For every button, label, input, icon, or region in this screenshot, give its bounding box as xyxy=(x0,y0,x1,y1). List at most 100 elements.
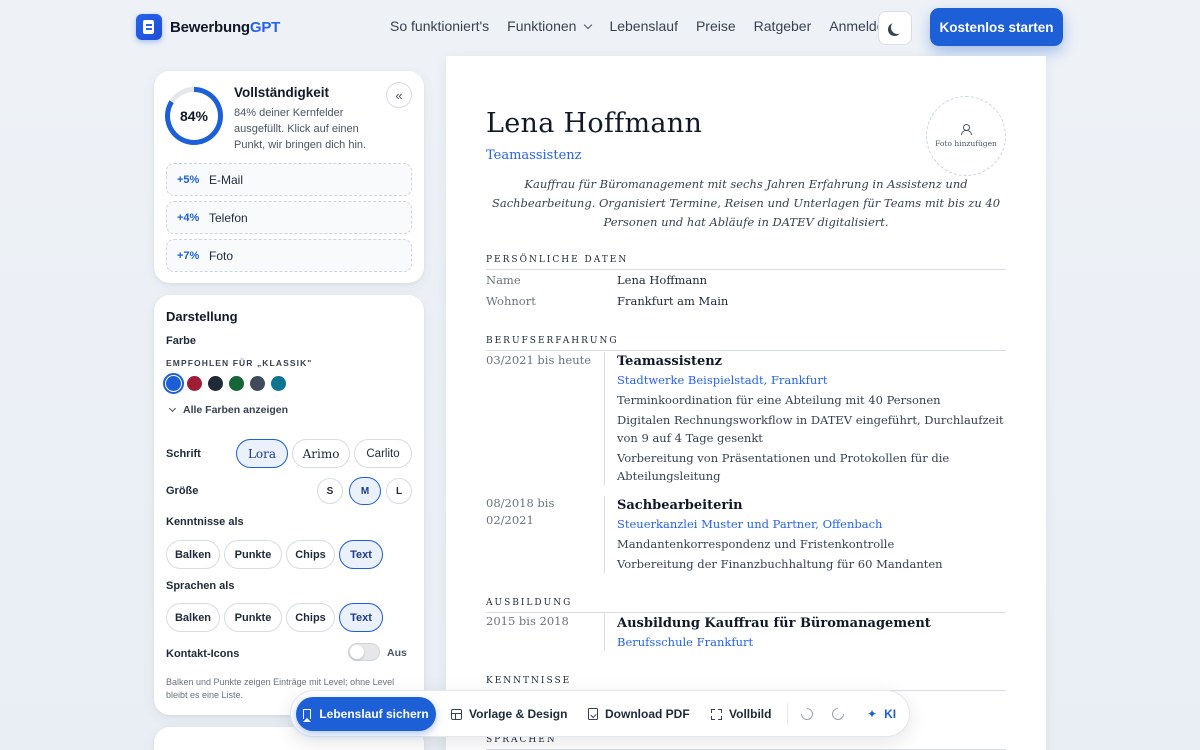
logo-icon xyxy=(136,14,162,40)
skills-option-text[interactable]: Text xyxy=(339,540,383,569)
font-option-carlito[interactable]: Carlito xyxy=(354,439,412,468)
personal-value[interactable]: Frankfurt am Main xyxy=(617,294,728,308)
personal-value[interactable]: Lena Hoffmann xyxy=(617,273,707,287)
logo[interactable]: BewerbungGPT xyxy=(136,14,280,40)
section-experience-heading: BERUFSERFAHRUNG xyxy=(486,336,1006,351)
education-org: Berufsschule Frankfurt xyxy=(617,635,754,649)
color-swatch-slate[interactable] xyxy=(250,376,265,391)
size-label: Größe xyxy=(166,485,199,497)
experience-bullet: Vorbereitung von Präsentationen und Prot… xyxy=(617,451,950,483)
suggestion-photo[interactable]: +7% Foto xyxy=(166,239,412,272)
fullscreen-icon xyxy=(711,708,722,720)
save-resume-button[interactable]: Lebenslauf sichern xyxy=(296,697,436,731)
section-personal-heading: PERSÖNLICHE DATEN xyxy=(486,255,1006,270)
skills-option-bars[interactable]: Balken xyxy=(166,540,220,569)
resume-role[interactable]: Teamassistenz xyxy=(486,148,582,163)
color-swatch-green[interactable] xyxy=(229,376,244,391)
experience-bullet: Digitalen Rechnungsworkflow in DATEV ein… xyxy=(617,413,1004,445)
collapse-sidebar-button[interactable]: « xyxy=(386,82,412,108)
experience-entry[interactable]: Teamassistenz Stadtwerke Beispielstadt, … xyxy=(604,352,1004,485)
fullscreen-button[interactable]: Vollbild xyxy=(711,704,771,724)
languages-option-text[interactable]: Text xyxy=(339,603,383,632)
suggestion-email[interactable]: +5% E-Mail xyxy=(166,163,412,196)
suggestion-percent: +4% xyxy=(177,211,200,224)
experience-org: Steuerkanzlei Muster und Partner, Offenb… xyxy=(617,517,883,531)
languages-option-bars[interactable]: Balken xyxy=(166,603,220,632)
suggestion-percent: +7% xyxy=(177,249,200,262)
color-swatch-dark[interactable] xyxy=(208,376,223,391)
experience-title: Sachbearbeiterin xyxy=(617,498,743,513)
completeness-title: Vollständigkeit xyxy=(234,85,330,100)
top-navigation: BewerbungGPT So funktioniert's Funktione… xyxy=(0,0,1200,55)
color-swatch-blue[interactable] xyxy=(163,373,184,394)
nav-pricing[interactable]: Preise xyxy=(696,18,736,34)
experience-date-to: 02/2021 xyxy=(486,513,534,527)
start-free-button[interactable]: Kostenlos starten xyxy=(930,8,1063,46)
sparkle-icon: ✦ xyxy=(867,707,878,721)
download-pdf-label: Download PDF xyxy=(605,707,690,721)
moon-icon xyxy=(891,21,904,34)
personal-key: Name xyxy=(486,273,521,287)
suggestion-label: Telefon xyxy=(209,210,248,225)
size-option-l[interactable]: L xyxy=(386,478,412,504)
experience-entry[interactable]: Sachbearbeiterin Steuerkanzlei Muster un… xyxy=(604,496,1004,573)
layout-icon xyxy=(451,708,462,720)
completeness-description: 84% deiner Kernfelder ausgefüllt. Klick … xyxy=(234,107,367,151)
show-all-colors-button[interactable]: Alle Farben anzeigen xyxy=(168,404,288,416)
experience-title: Teamassistenz xyxy=(617,354,723,369)
download-file-icon xyxy=(588,708,598,720)
font-option-arimo[interactable]: Arimo xyxy=(292,439,350,468)
resume-name[interactable]: Lena Hoffmann xyxy=(486,108,702,139)
display-settings-card: Darstellung Farbe EMPFOHLEN FÜR „KLASSIK… xyxy=(154,295,424,715)
suggestion-label: Foto xyxy=(209,248,234,263)
personal-key: Wohnort xyxy=(486,294,536,308)
ai-button[interactable]: ✦ KI xyxy=(867,704,896,724)
skills-option-chips[interactable]: Chips xyxy=(286,540,335,569)
completeness-percent: 84% xyxy=(179,108,209,124)
download-pdf-button[interactable]: Download PDF xyxy=(588,704,690,724)
experience-date-from: 08/2018 bis xyxy=(486,496,555,510)
experience-bullet: Mandantenkorrespondenz und Fristenkontro… xyxy=(617,537,895,551)
font-option-lora[interactable]: Lora xyxy=(236,439,288,468)
size-option-s[interactable]: S xyxy=(317,478,343,504)
languages-option-chips[interactable]: Chips xyxy=(286,603,335,632)
toolbar-divider xyxy=(787,703,788,725)
nav-guide[interactable]: Ratgeber xyxy=(754,18,812,34)
section-education-heading: AUSBILDUNG xyxy=(486,598,1006,613)
skills-label: Kenntnisse als xyxy=(166,516,244,528)
experience-date: 03/2021 bis heute xyxy=(486,353,592,367)
theme-toggle-button[interactable] xyxy=(878,11,912,45)
nav-resume[interactable]: Lebenslauf xyxy=(609,18,678,34)
nav-features[interactable]: Funktionen xyxy=(507,18,593,34)
main-menu: So funktioniert's Funktionen Lebenslauf … xyxy=(390,18,892,34)
template-design-label: Vorlage & Design xyxy=(469,707,568,721)
completeness-card: 84% Vollständigkeit 84% deiner Kernfelde… xyxy=(154,71,424,283)
add-photo-button[interactable]: Foto hinzufügen xyxy=(926,96,1006,176)
color-label: Farbe xyxy=(166,335,196,347)
experience-bullet: Terminkoordination für eine Abteilung mi… xyxy=(617,393,941,407)
skills-option-dots[interactable]: Punkte xyxy=(224,540,282,569)
suggestion-phone[interactable]: +4% Telefon xyxy=(166,201,412,234)
nav-features-label: Funktionen xyxy=(507,18,577,34)
person-icon xyxy=(961,124,972,135)
size-option-m[interactable]: M xyxy=(349,477,381,505)
contact-icons-state: Aus xyxy=(387,647,407,659)
education-date: 2015 bis 2018 xyxy=(486,614,569,628)
contact-icons-toggle[interactable] xyxy=(348,643,380,661)
languages-option-dots[interactable]: Punkte xyxy=(224,603,282,632)
ai-label: KI xyxy=(884,707,897,721)
redo-icon[interactable] xyxy=(829,705,847,723)
nav-how-it-works[interactable]: So funktioniert's xyxy=(390,18,489,34)
font-label: Schrift xyxy=(166,448,201,460)
education-entry[interactable]: Ausbildung Kauffrau für Büromanagement B… xyxy=(604,614,1004,651)
save-resume-label: Lebenslauf sichern xyxy=(319,707,429,721)
resume-preview: Lena Hoffmann Teamassistenz Foto hinzufü… xyxy=(446,56,1046,750)
bookmark-icon xyxy=(303,709,312,722)
template-design-button[interactable]: Vorlage & Design xyxy=(451,704,567,724)
resume-summary[interactable]: Kauffrau für Büromanagement mit sechs Ja… xyxy=(486,175,1006,232)
color-swatch-red[interactable] xyxy=(187,376,202,391)
fullscreen-label: Vollbild xyxy=(729,707,772,721)
add-photo-label: Foto hinzufügen xyxy=(935,139,997,148)
undo-icon[interactable] xyxy=(798,705,816,723)
color-swatch-teal[interactable] xyxy=(271,376,286,391)
